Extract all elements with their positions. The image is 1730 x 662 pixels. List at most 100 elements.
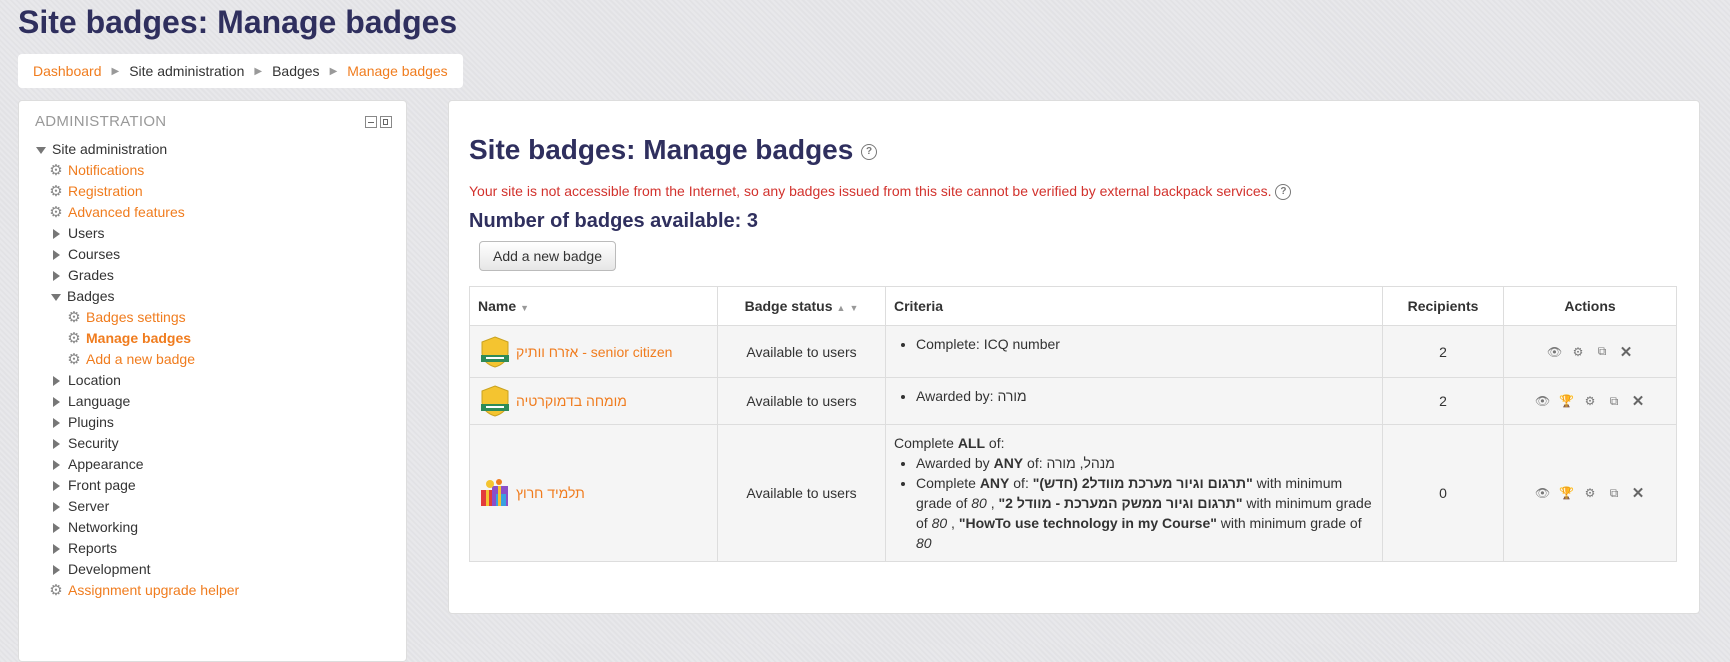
breadcrumb-separator-icon: ▶ <box>329 65 338 77</box>
tree-item-networking[interactable]: Networking <box>48 517 138 537</box>
column-header-name[interactable]: Name ▼ <box>469 286 718 326</box>
collapsed-arrow-icon <box>53 439 60 450</box>
tree-item-badges[interactable]: Badges <box>48 286 114 306</box>
badge-name-link[interactable]: מומחה בדמוקרטיה <box>516 393 627 409</box>
criteria-item: Awarded by: מורה <box>916 386 1374 406</box>
collapsed-arrow-icon <box>53 271 60 282</box>
gear-icon[interactable]: ⚙ <box>1583 394 1597 408</box>
badges-table: Name ▼ Badge status ▲ ▼ Criteria Recipients… <box>469 286 1677 562</box>
collapsed-arrow-icon <box>53 544 60 555</box>
badge-criteria: Complete ALL of: Awarded by ANY of: מנהל… <box>885 424 1383 562</box>
tree-item-manage-badges[interactable]: ⚙ Manage badges <box>66 328 191 348</box>
collapsed-arrow-icon <box>53 229 60 240</box>
copy-icon[interactable]: ⧉ <box>1607 394 1621 409</box>
sort-desc-icon: ▼ <box>520 303 530 313</box>
gear-icon: ⚙ <box>67 309 81 326</box>
view-icon[interactable]: 👁 <box>1547 345 1562 359</box>
column-header-recipients: Recipients <box>1382 286 1504 326</box>
tree-item-server[interactable]: Server <box>48 496 109 516</box>
gear-icon[interactable]: ⚙ <box>1571 345 1585 359</box>
main-heading: Site badges: Manage badges ? <box>469 134 878 166</box>
tree-item-site-administration[interactable]: Site administration <box>33 139 167 159</box>
actions-cell: 👁 🏆 ⚙ ⧉ ✕ <box>1503 377 1677 425</box>
badge-criteria: Complete: ICQ number <box>885 325 1383 378</box>
badge-name-link[interactable]: אזרח וותיק - senior citizen <box>516 344 672 360</box>
sort-asc-icon: ▲ <box>836 303 846 313</box>
tree-item-reports[interactable]: Reports <box>48 538 117 558</box>
breadcrumb: Dashboard ▶ Site administration ▶ Badges… <box>18 54 463 88</box>
breadcrumb-site-administration[interactable]: Site administration <box>129 63 244 79</box>
copy-icon[interactable]: ⧉ <box>1595 344 1609 359</box>
breadcrumb-badges[interactable]: Badges <box>272 63 319 79</box>
collapsed-arrow-icon <box>53 565 60 576</box>
tree-item-assignment-upgrade-helper[interactable]: ⚙ Assignment upgrade helper <box>48 580 239 600</box>
breadcrumb-dashboard[interactable]: Dashboard <box>33 63 102 79</box>
collapsed-arrow-icon <box>53 376 60 387</box>
criteria-item: Awarded by ANY of: מנהל, מורה <box>916 453 1374 473</box>
tree-item-appearance[interactable]: Appearance <box>48 454 144 474</box>
tree-item-development[interactable]: Development <box>48 559 151 579</box>
view-icon[interactable]: 👁 <box>1535 394 1550 408</box>
tree-item-notifications[interactable]: ⚙ Notifications <box>48 160 144 180</box>
view-icon[interactable]: 👁 <box>1535 486 1550 500</box>
tree-item-grades[interactable]: Grades <box>48 265 114 285</box>
tree-item-users[interactable]: Users <box>48 223 105 243</box>
dock-block-icon[interactable] <box>380 116 392 128</box>
badge-status: Available to users <box>717 377 886 425</box>
gear-icon[interactable]: ⚙ <box>1583 486 1597 500</box>
minimize-block-icon[interactable] <box>365 116 377 128</box>
badge-name-cell: תלמיד חרוץ <box>469 424 718 562</box>
copy-icon[interactable]: ⧉ <box>1607 486 1621 501</box>
breadcrumb-separator-icon: ▶ <box>111 65 120 77</box>
page-title: Site badges: Manage badges <box>18 4 458 40</box>
collapsed-arrow-icon <box>53 502 60 513</box>
column-header-criteria: Criteria <box>885 286 1383 326</box>
award-trophy-icon[interactable]: 🏆 <box>1559 486 1574 500</box>
collapsed-arrow-icon <box>53 250 60 261</box>
tree-item-location[interactable]: Location <box>48 370 121 390</box>
tree-item-advanced-features[interactable]: ⚙ Advanced features <box>48 202 184 222</box>
badge-shield-icon <box>481 335 509 368</box>
criteria-intro: Complete ALL of: <box>894 435 1005 451</box>
help-icon[interactable]: ? <box>1275 184 1292 201</box>
tree-item-security[interactable]: Security <box>48 433 119 453</box>
delete-icon[interactable]: ✕ <box>1631 392 1645 410</box>
recipients-link[interactable]: 2 <box>1382 377 1504 425</box>
breadcrumb-separator-icon: ▶ <box>254 65 263 77</box>
gear-icon: ⚙ <box>49 582 63 599</box>
delete-icon[interactable]: ✕ <box>1631 484 1645 502</box>
administration-block-header: ADMINISTRATION <box>35 113 167 130</box>
table-row: תלמיד חרוץ Available to users Complete A… <box>469 424 1677 562</box>
add-new-badge-button[interactable]: Add a new badge <box>479 241 616 271</box>
collapsed-arrow-icon <box>53 397 60 408</box>
column-header-status[interactable]: Badge status ▲ ▼ <box>717 286 886 326</box>
tree-item-language[interactable]: Language <box>48 391 130 411</box>
expanded-arrow-icon <box>36 146 46 154</box>
recipients-link[interactable]: 2 <box>1382 325 1504 378</box>
badge-name-cell: אזרח וותיק - senior citizen <box>469 325 718 378</box>
collapsed-arrow-icon <box>53 460 60 471</box>
help-icon[interactable]: ? <box>861 143 878 160</box>
tree-item-plugins[interactable]: Plugins <box>48 412 114 432</box>
badge-status: Available to users <box>717 424 886 562</box>
gear-icon: ⚙ <box>67 330 81 347</box>
gear-icon: ⚙ <box>49 162 63 179</box>
collapsed-arrow-icon <box>53 523 60 534</box>
award-trophy-icon[interactable]: 🏆 <box>1559 394 1574 408</box>
tree-item-front-page[interactable]: Front page <box>48 475 136 495</box>
badge-criteria: Awarded by: מורה <box>885 377 1383 425</box>
criteria-item: Complete: ICQ number <box>916 334 1374 354</box>
gift-boxes-badge-icon <box>481 479 508 506</box>
tree-item-courses[interactable]: Courses <box>48 244 120 264</box>
recipients-link[interactable]: 0 <box>1382 424 1504 562</box>
badge-name-link[interactable]: תלמיד חרוץ <box>516 485 585 501</box>
tree-item-registration[interactable]: ⚙ Registration <box>48 181 142 201</box>
delete-icon[interactable]: ✕ <box>1619 343 1633 361</box>
tree-item-add-new-badge[interactable]: ⚙ Add a new badge <box>66 349 195 369</box>
badge-name-cell: מומחה בדמוקרטיה <box>469 377 718 425</box>
table-row: אזרח וותיק - senior citizen Available to… <box>469 325 1677 378</box>
breadcrumb-manage-badges[interactable]: Manage badges <box>347 63 447 79</box>
sort-desc-icon: ▼ <box>849 303 859 313</box>
tree-item-badges-settings[interactable]: ⚙ Badges settings <box>66 307 185 327</box>
expanded-arrow-icon <box>51 293 61 301</box>
